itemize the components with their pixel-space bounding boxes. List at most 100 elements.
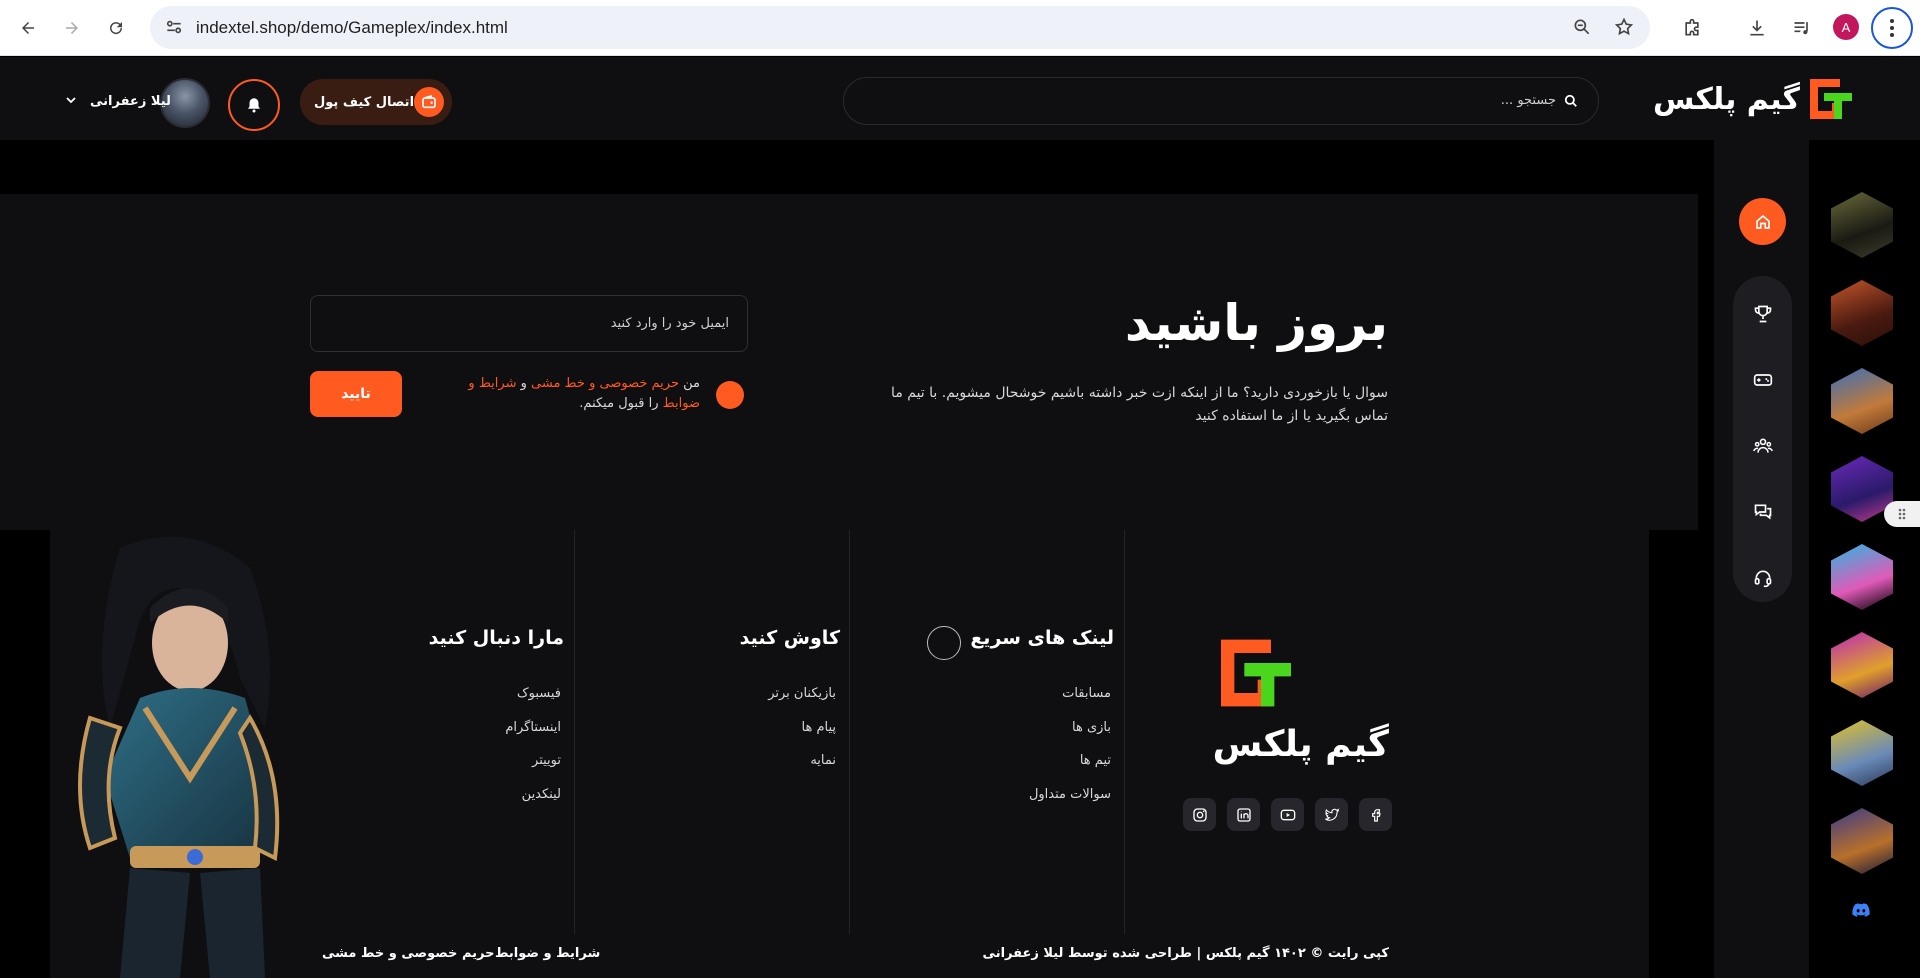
support-icon (1754, 570, 1772, 588)
url-text: indextel.shop/demo/Gameplex/index.html (196, 18, 508, 37)
connect-wallet-label: اتصال کیف پول (314, 94, 415, 110)
footer-link-twitter[interactable]: توییتر (505, 751, 561, 785)
game-thumb-apex[interactable] (1831, 720, 1893, 786)
browser-toolbar: indextel.shop/demo/Gameplex/index.html A (0, 0, 1920, 56)
social-icons (1183, 798, 1392, 831)
nav-tournaments-button[interactable] (1751, 302, 1775, 326)
arrow-right-icon (66, 22, 78, 34)
footer-terms-link[interactable]: شرایط و ضوابط (495, 946, 600, 961)
nav-messages-button[interactable] (1751, 500, 1775, 524)
privacy-link[interactable]: حریم خصوصی و خط مشی (531, 376, 679, 391)
wallet-icon (414, 87, 444, 117)
agree-prefix: من (683, 376, 700, 391)
follow-list: فیسبوک اینستاگرام توییتر لینکدین (505, 684, 561, 818)
footer-link-tournaments[interactable]: مسابقات (1029, 684, 1111, 718)
download-icon[interactable] (1741, 12, 1773, 44)
quick-links-toggle[interactable] (927, 626, 961, 660)
trophy-icon (1754, 305, 1772, 323)
search-box[interactable]: جستجو ... (843, 77, 1599, 125)
zoom-icon[interactable] (1572, 17, 1592, 37)
game-thumb-clash[interactable] (1831, 368, 1893, 434)
footer-link-teams[interactable]: تیم ها (1029, 751, 1111, 785)
twitter-icon (1324, 807, 1339, 821)
explore-title: کاوش کنید (739, 627, 840, 649)
footer-link-instagram[interactable]: اینستاگرام (505, 718, 561, 752)
chevron-down-icon[interactable] (66, 95, 76, 105)
footer-link-games[interactable]: بازی ها (1029, 718, 1111, 752)
logo-text: گیم پلکس (1652, 81, 1801, 117)
footer-link-facebook[interactable]: فیسبوک (505, 684, 561, 718)
footer-privacy-link[interactable]: حریم خصوصی و خط مشی (322, 946, 494, 961)
team-icon (1753, 438, 1773, 453)
twitter-button[interactable] (1315, 798, 1348, 831)
discord-icon[interactable] (1852, 903, 1870, 917)
game-thumb-dota[interactable] (1831, 280, 1893, 346)
submit-button[interactable]: تایید (310, 371, 402, 417)
back-button[interactable] (12, 12, 44, 44)
games-rail (1809, 140, 1920, 978)
game-thumb-call-of-duty[interactable] (1831, 192, 1893, 258)
game-thumb-valorant[interactable] (1831, 808, 1893, 874)
gamepad-icon (1753, 374, 1773, 386)
nav-pill (1733, 276, 1792, 602)
game-thumb-party[interactable] (1831, 632, 1893, 698)
footer-link-messages[interactable]: پیام ها (768, 718, 837, 752)
footer-divider (1124, 530, 1125, 934)
email-input[interactable] (310, 295, 748, 352)
nav-support-button[interactable] (1751, 566, 1775, 590)
facebook-icon (1371, 808, 1381, 822)
footer-logo-text: گیم پلکس (1212, 724, 1390, 765)
linkedin-button[interactable] (1227, 798, 1260, 831)
address-bar[interactable]: indextel.shop/demo/Gameplex/index.html (150, 6, 1650, 49)
quick-links-list: مسابقات بازی ها تیم ها سوالات متداول (1029, 684, 1111, 818)
browser-menu-button[interactable] (1871, 7, 1913, 49)
footer-link-profile[interactable]: نمایه (768, 751, 836, 785)
side-nav (1714, 140, 1809, 978)
reload-button[interactable] (100, 12, 132, 44)
site-settings-icon[interactable] (164, 17, 184, 37)
nav-home-button[interactable] (1739, 198, 1786, 245)
bookmark-star-icon[interactable] (1614, 17, 1634, 37)
instagram-icon (1192, 807, 1207, 822)
bell-icon (248, 98, 260, 113)
nav-games-button[interactable] (1751, 368, 1775, 392)
reload-icon (110, 22, 123, 35)
youtube-icon (1280, 809, 1295, 820)
drag-handle-icon (1898, 508, 1906, 520)
newsletter-description: سوال یا بازخوردی دارید؟ ما از اینکه ازت … (891, 385, 1388, 424)
youtube-button[interactable] (1271, 798, 1304, 831)
instagram-button[interactable] (1183, 798, 1216, 831)
facebook-button[interactable] (1359, 798, 1392, 831)
agree-checkbox[interactable] (716, 381, 744, 409)
profile-avatar[interactable]: A (1833, 14, 1859, 40)
newsletter-title: بروز باشید (1124, 294, 1388, 352)
media-icon[interactable] (1786, 12, 1818, 44)
more-vert-icon (1890, 19, 1894, 37)
home-icon (1755, 214, 1770, 229)
linkedin-icon (1236, 807, 1251, 822)
copyright-text: کپی رایت © ۱۴۰۲ گیم پلکس | طراحی شده توس… (982, 946, 1389, 961)
footer-link-top-players[interactable]: بازیکنان برتر (768, 684, 836, 718)
forward-button[interactable] (56, 12, 88, 44)
user-name[interactable]: لیلا زعفرانی (90, 94, 171, 109)
scroll-handle[interactable] (1884, 501, 1920, 527)
footer-link-linkedin[interactable]: لینکدین (505, 785, 561, 819)
notifications-button[interactable] (228, 79, 280, 131)
game-thumb-brawl[interactable] (1831, 544, 1893, 610)
extensions-icon[interactable] (1676, 12, 1708, 44)
site-logo[interactable]: گیم پلکس (1653, 77, 1852, 121)
nav-teams-button[interactable] (1751, 434, 1775, 458)
arrow-left-icon (22, 22, 34, 34)
footer-link-faq[interactable]: سوالات متداول (1029, 785, 1111, 819)
footer-divider (574, 530, 575, 934)
explore-list: بازیکنان برتر پیام ها نمایه (768, 684, 836, 785)
site-header: گیم پلکس جستجو ... اتصال کیف پول لیلا زع… (0, 57, 1920, 140)
gameplex-logo-icon (1810, 79, 1852, 119)
footer-divider (849, 530, 850, 934)
quick-links-title: لینک های سریع (970, 627, 1114, 649)
newsletter-section: بروز باشید سوال یا بازخوردی دارید؟ ما از… (0, 194, 1698, 530)
character-illustration (78, 536, 280, 978)
search-placeholder: جستجو ... (1500, 93, 1556, 108)
connect-wallet-button[interactable]: اتصال کیف پول (300, 79, 452, 125)
agree-and: و (520, 376, 527, 391)
